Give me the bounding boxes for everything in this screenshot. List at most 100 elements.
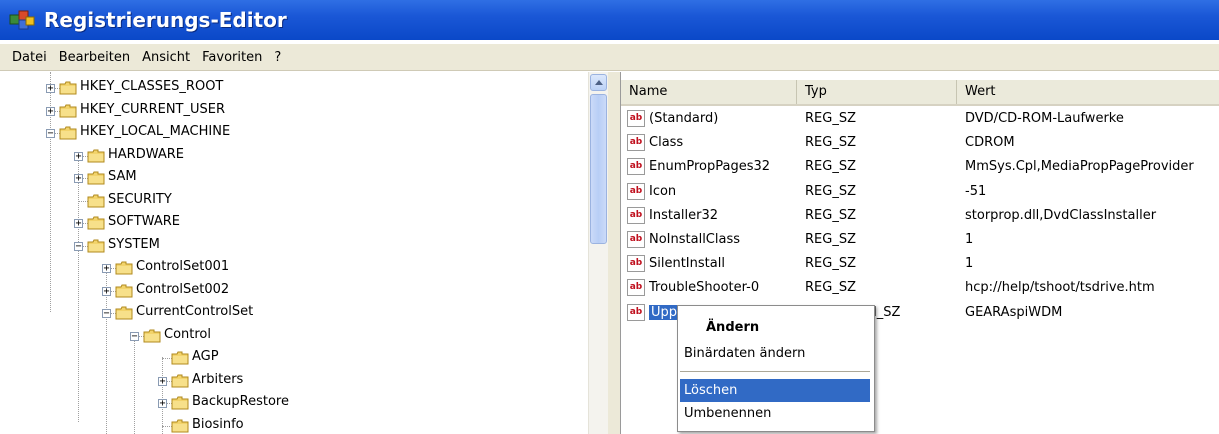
collapse-minus-icon[interactable]: − — [130, 331, 139, 341]
pane-splitter[interactable] — [608, 72, 620, 434]
tree-item-label: SAM — [108, 169, 137, 184]
menu-bar: Datei Bearbeiten Ansicht Favoriten ? — [0, 44, 1219, 71]
tree-item-label: ControlSet002 — [136, 281, 230, 297]
tree-item-currentcontrolset[interactable]: − CurrentControlSet — [0, 302, 588, 324]
tree-item-label: CurrentControlSet — [136, 304, 254, 319]
string-value-icon: ab — [627, 110, 645, 127]
tree-item-label: HKEY_CURRENT_USER — [80, 101, 226, 117]
tree-item-label: AGP — [192, 349, 219, 364]
value-row[interactable]: ab Installer32 REG_SZ storprop.dll,DvdClass… — [621, 205, 1219, 227]
string-value-icon: ab — [627, 158, 645, 176]
collapse-minus-icon[interactable]: − — [102, 309, 111, 319]
window-title: Registrierungs-Editor — [44, 8, 287, 32]
column-header-type[interactable]: Typ — [797, 80, 957, 104]
expand-plus-icon[interactable]: + — [46, 84, 55, 94]
value-name: SilentInstall — [649, 256, 725, 272]
folder-icon — [115, 261, 133, 275]
tree-item-system[interactable]: − SYSTEM — [0, 235, 588, 257]
value-type: REG_SZ — [805, 280, 856, 296]
collapse-minus-icon[interactable]: − — [46, 129, 55, 139]
tree-item-label: ControlSet001 — [136, 259, 230, 274]
folder-icon — [59, 81, 77, 95]
tree-scrollbar[interactable] — [588, 72, 609, 434]
value-data: hcp://help/tshoot/tsdrive.htm — [965, 280, 1155, 296]
tree-item-backuprestore[interactable]: + BackupRestore — [0, 392, 588, 414]
string-value-icon: ab — [627, 255, 645, 273]
ctx-item-aendern[interactable]: Ändern — [680, 316, 870, 339]
ctx-item-umbenennen[interactable]: Umbenennen — [680, 402, 870, 425]
tree-item-label: SECURITY — [108, 191, 172, 207]
value-name: EnumPropPages32 — [649, 159, 771, 175]
tree-item-controlset002[interactable]: + ControlSet002 — [0, 280, 588, 302]
string-value-icon: ab — [627, 206, 645, 224]
value-type: REG_SZ — [805, 111, 856, 126]
scroll-up-arrow-icon[interactable] — [590, 74, 607, 91]
value-row[interactable]: ab NoInstallClass REG_SZ 1 — [621, 229, 1219, 251]
tree-item-controlset001[interactable]: + ControlSet001 — [0, 257, 588, 279]
menu-help[interactable]: ? — [268, 50, 287, 65]
tree-item-sam[interactable]: + SAM — [0, 167, 588, 189]
value-row[interactable]: ab TroubleShooter-0 REG_SZ hcp://help/tshoo… — [621, 277, 1219, 299]
value-type: REG_SZ — [805, 232, 856, 247]
folder-icon — [171, 374, 189, 387]
value-name: (Standard) — [649, 111, 719, 126]
menu-ansicht[interactable]: Ansicht — [136, 50, 196, 65]
tree-item-hkey-local-machine[interactable]: − HKEY_LOCAL_MACHINE — [0, 122, 588, 144]
folder-icon — [115, 284, 133, 297]
ctx-separator — [680, 371, 870, 372]
value-name: Class — [649, 135, 684, 151]
expand-plus-icon[interactable]: + — [158, 399, 167, 409]
tree-item-control[interactable]: − Control — [0, 325, 588, 347]
ctx-item-loeschen[interactable]: Löschen — [680, 379, 870, 402]
expand-plus-icon[interactable]: + — [74, 151, 83, 161]
expand-plus-icon[interactable]: + — [102, 264, 111, 274]
expand-plus-icon[interactable]: + — [46, 106, 55, 116]
tree-item-biosinfo[interactable]: Biosinfo — [0, 415, 588, 434]
tree-item-security[interactable]: SECURITY — [0, 190, 588, 212]
value-name: Installer32 — [649, 207, 719, 223]
tree-item-label: HARDWARE — [108, 146, 184, 162]
value-row[interactable]: ab SilentInstall REG_SZ 1 — [621, 253, 1219, 275]
tree-item-hkey-current-user[interactable]: + HKEY_CURRENT_USER — [0, 100, 588, 122]
list-header: Name Typ Wert — [621, 80, 1219, 106]
tree-item-arbiters[interactable]: + Arbiters — [0, 370, 588, 392]
menu-datei[interactable]: Datei — [0, 50, 53, 65]
expand-plus-icon[interactable]: + — [74, 219, 83, 229]
collapse-minus-icon[interactable]: − — [74, 241, 83, 251]
value-type: REG_SZ — [805, 256, 856, 272]
value-row[interactable]: ab (Standard) REG_SZ DVD/CD-ROM-Laufwerke — [621, 108, 1219, 130]
folder-icon — [171, 419, 189, 432]
tree-item-label: Control — [164, 326, 211, 342]
folder-icon — [115, 306, 133, 320]
value-row[interactable]: ab Class REG_SZ CDROM — [621, 132, 1219, 154]
value-row[interactable]: ab Icon REG_SZ -51 — [621, 181, 1219, 203]
value-data: MmSys.Cpl,MediaPropPageProvider — [965, 159, 1194, 175]
expand-plus-icon[interactable]: + — [158, 376, 167, 386]
tree-item-agp[interactable]: AGP — [0, 347, 588, 369]
folder-icon — [171, 351, 189, 365]
value-data: GEARAspiWDM — [965, 304, 1063, 320]
value-row[interactable]: ab EnumPropPages32 REG_SZ MmSys.Cpl,MediaPr… — [621, 156, 1219, 178]
tree-item-label: SYSTEM — [108, 236, 160, 252]
tree-item-software[interactable]: + SOFTWARE — [0, 212, 588, 234]
menu-favoriten[interactable]: Favoriten — [196, 50, 268, 65]
value-data: 1 — [965, 232, 974, 247]
tree-item-hardware[interactable]: + HARDWARE — [0, 145, 588, 167]
ctx-item-binaerdaten-aendern[interactable]: Binärdaten ändern — [680, 342, 870, 365]
column-header-name[interactable]: Name — [621, 80, 797, 104]
menu-bearbeiten[interactable]: Bearbeiten — [53, 50, 136, 65]
value-name: NoInstallClass — [649, 232, 741, 247]
string-value-icon: ab — [627, 231, 645, 248]
value-data: -51 — [965, 183, 987, 199]
title-bar: Registrierungs-Editor — [0, 0, 1219, 40]
folder-icon — [87, 171, 105, 185]
value-name: TroubleShooter-0 — [649, 280, 760, 296]
scroll-thumb[interactable] — [590, 94, 607, 244]
value-data: DVD/CD-ROM-Laufwerke — [965, 111, 1124, 126]
registry-tree[interactable]: + HKEY_CLASSES_ROOT + HKEY_CURRENT_USER − HKE… — [0, 72, 588, 434]
tree-item-hkey-classes-root[interactable]: + HKEY_CLASSES_ROOT — [0, 77, 588, 99]
column-header-value[interactable]: Wert — [957, 80, 1219, 104]
value-type: REG_SZ — [805, 159, 856, 175]
expand-plus-icon[interactable]: + — [74, 174, 83, 184]
expand-plus-icon[interactable]: + — [102, 286, 111, 296]
